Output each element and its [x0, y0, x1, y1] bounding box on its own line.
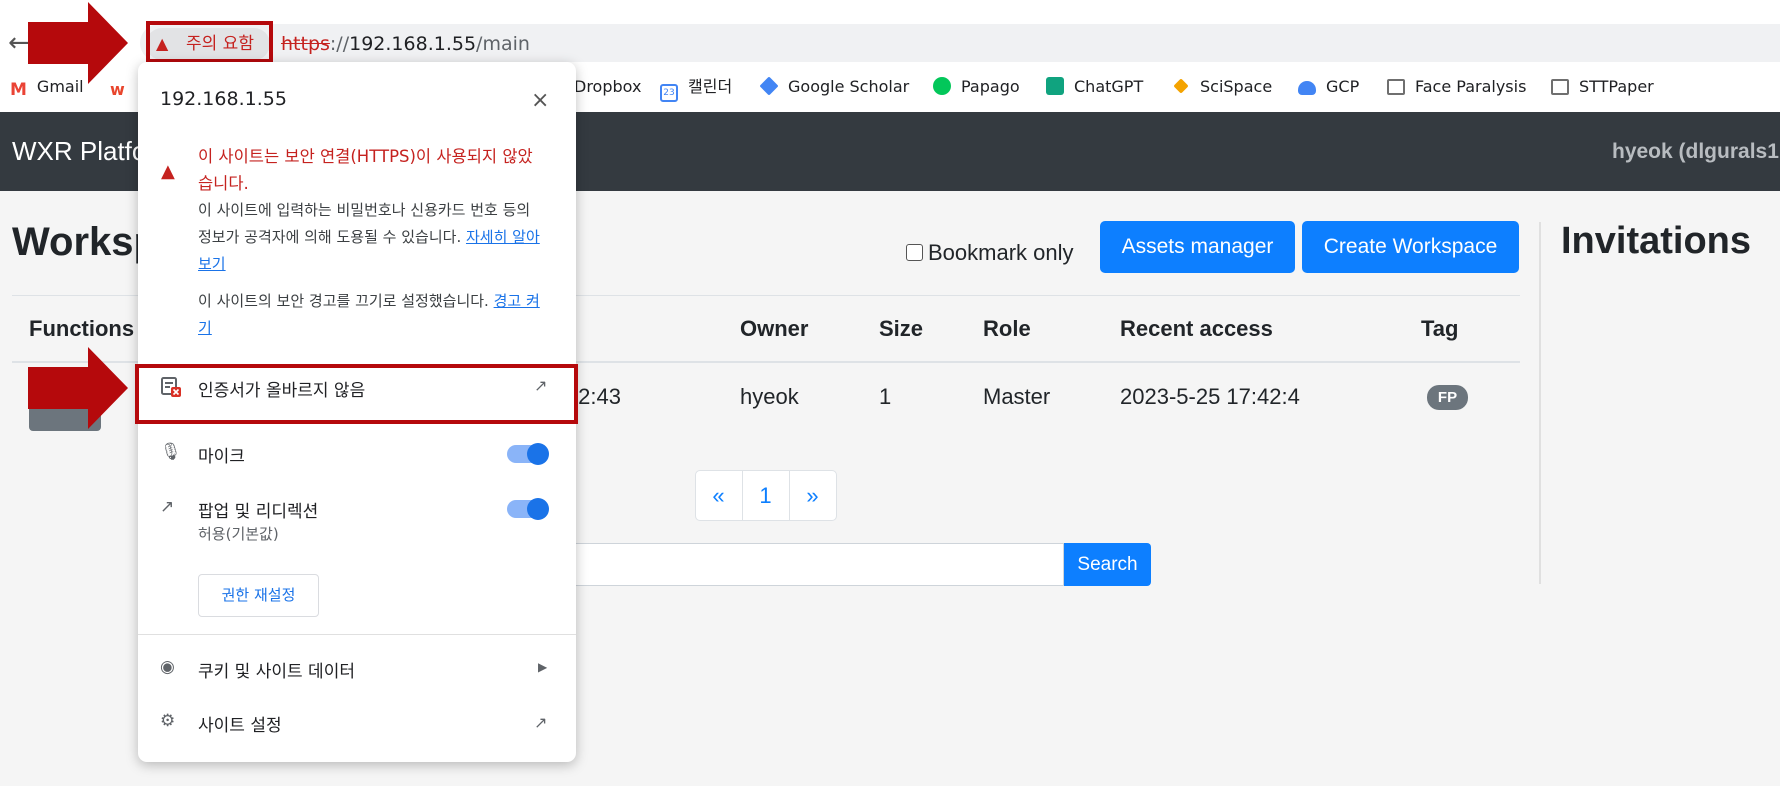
th-recent-access: Recent access — [1120, 316, 1273, 341]
warning-triangle-icon: ▲ — [161, 161, 175, 182]
calendar-icon: 23 — [660, 84, 678, 102]
tag-badge[interactable]: FP — [1427, 385, 1468, 410]
bookmark-label: ChatGPT — [1074, 77, 1144, 96]
cell-owner: hyeok — [740, 384, 799, 409]
bookmark-scispace[interactable]: SciSpace — [1172, 75, 1272, 99]
bookmark-label: STTPaper — [1579, 77, 1654, 96]
warning-off-notice: 이 사이트의 보안 경고를 끄기로 설정했습니다. 경고 켜기 — [198, 288, 558, 342]
annotation-arrow — [28, 347, 128, 429]
bookmark-sttpaper[interactable]: STTPaper — [1551, 75, 1654, 99]
cloud-icon — [1298, 81, 1316, 95]
cell-role: Master — [983, 384, 1051, 409]
url-scheme: https — [281, 33, 330, 55]
mic-permission-label: 마이크 — [198, 447, 245, 467]
scholar-icon — [759, 76, 779, 96]
bookmark-face-paralysis[interactable]: Face Paralysis — [1387, 75, 1526, 99]
column-divider — [1539, 222, 1541, 584]
annotation-arrow — [28, 2, 128, 84]
annotation-highlight-box — [146, 21, 273, 63]
toggle-knob — [527, 443, 549, 465]
bookmark-google-scholar[interactable]: Google Scholar — [759, 75, 910, 99]
learn-more-link[interactable]: 보기 — [198, 255, 226, 273]
url-text[interactable]: https://192.168.1.55/main — [281, 30, 530, 58]
warning-title-line: 습니다. — [198, 174, 249, 193]
popup-redirect-icon: ↗ — [160, 497, 175, 517]
warning-body-line: 이 사이트에 입력하는 비밀번호나 신용카드 번호 등의 — [198, 201, 531, 219]
page-next-button[interactable]: » — [789, 470, 836, 521]
warning-body: 이 사이트에 입력하는 비밀번호나 신용카드 번호 등의정보가 공격자에 의해 … — [198, 197, 558, 278]
mic-toggle[interactable] — [507, 443, 549, 465]
page-1-button[interactable]: 1 — [742, 470, 789, 521]
annotation-highlight-box — [135, 364, 578, 424]
gear-icon: ⚙ — [160, 711, 176, 731]
toggle-knob — [527, 498, 549, 520]
bookmark-label: 캘린더 — [688, 77, 733, 96]
bookmark-gcp[interactable]: GCP — [1298, 75, 1359, 99]
popups-permission-status: 허용(기본값) — [198, 525, 279, 543]
chatgpt-icon — [1046, 77, 1064, 95]
warning-body-line: 정보가 공격자에 의해 도용될 수 있습니다. — [198, 228, 466, 246]
create-workspace-button[interactable]: Create Workspace — [1302, 221, 1519, 273]
bookmark-label: GCP — [1326, 77, 1360, 96]
th-size: Size — [879, 316, 924, 341]
bookmark-label: Dropbox — [574, 77, 642, 96]
page-prev-button[interactable]: « — [695, 470, 742, 521]
popups-toggle[interactable] — [507, 498, 549, 520]
scispace-icon — [1173, 78, 1189, 94]
cell-created: :2:43 — [572, 384, 621, 409]
gmail-icon: M — [10, 80, 27, 100]
cell-recent-access: 2023-5-25 17:42:4 — [1120, 384, 1300, 409]
site-settings-item[interactable]: 사이트 설정 — [198, 711, 282, 736]
learn-more-link[interactable]: 자세히 알아 — [466, 228, 540, 246]
cell-size: 1 — [879, 384, 892, 409]
page-title: Worksp — [12, 220, 158, 264]
th-tag: Tag — [1421, 316, 1459, 341]
url-separator: :// — [329, 33, 350, 55]
invitations-title: Invitations — [1561, 220, 1752, 262]
chevron-right-icon: ▶ — [538, 660, 548, 674]
bookmark-dropbox[interactable]: Dropbox — [574, 75, 641, 99]
external-link-icon[interactable]: ↗ — [534, 713, 547, 732]
warning-off-text: 이 사이트의 보안 경고를 끄기로 설정했습니다. — [198, 292, 494, 310]
bookmark-label: Google Scholar — [788, 77, 910, 96]
close-icon[interactable]: × — [531, 88, 549, 114]
url-host: 192.168.1.55 — [349, 33, 477, 55]
bookmark-papago[interactable]: Papago — [933, 75, 1020, 99]
microphone-icon: 🎙︎ — [160, 442, 182, 462]
bookmark-label: Face Paralysis — [1415, 77, 1527, 96]
popup-divider — [138, 634, 576, 635]
th-functions: Functions — [29, 316, 135, 341]
assets-manager-button[interactable]: Assets manager — [1100, 221, 1295, 273]
cookies-item[interactable]: 쿠키 및 사이트 데이터 — [198, 657, 355, 682]
th-role: Role — [983, 316, 1031, 341]
user-menu[interactable]: hyeok (dlgurals1 — [1612, 140, 1779, 164]
folder-icon — [1551, 79, 1569, 95]
bookmark-chatgpt[interactable]: ChatGPT — [1046, 75, 1143, 99]
warning-title: 이 사이트는 보안 연결(HTTPS)이 사용되지 않았습니다. — [198, 143, 558, 197]
url-path: /main — [476, 33, 530, 55]
enable-warning-link[interactable]: 기 — [198, 319, 212, 337]
bookmark-label: SciSpace — [1200, 77, 1273, 96]
papago-icon — [933, 77, 951, 95]
checkbox-box[interactable] — [906, 244, 923, 261]
popup-host: 192.168.1.55 — [160, 88, 287, 110]
th-owner: Owner — [740, 316, 809, 341]
search-button[interactable]: Search — [1064, 543, 1151, 586]
bookmark-only-checkbox[interactable]: Bookmark only — [906, 240, 1074, 266]
warning-title-line: 이 사이트는 보안 연결(HTTPS)이 사용되지 않았 — [198, 147, 533, 166]
enable-warning-link[interactable]: 경고 켜 — [494, 292, 540, 310]
search-input[interactable] — [560, 543, 1064, 586]
bookmark-calendar[interactable]: 23 캘린더 — [660, 75, 733, 102]
reset-permissions-button[interactable]: 권한 재설정 — [198, 574, 319, 617]
folder-icon — [1387, 79, 1405, 95]
bookmark-label: Papago — [961, 77, 1020, 96]
cookie-icon: ◉ — [160, 657, 175, 677]
popups-permission-label: 팝업 및 리디렉션 — [198, 502, 319, 522]
checkbox-label: Bookmark only — [928, 240, 1074, 265]
brand-title[interactable]: WXR Platfo — [12, 136, 146, 167]
